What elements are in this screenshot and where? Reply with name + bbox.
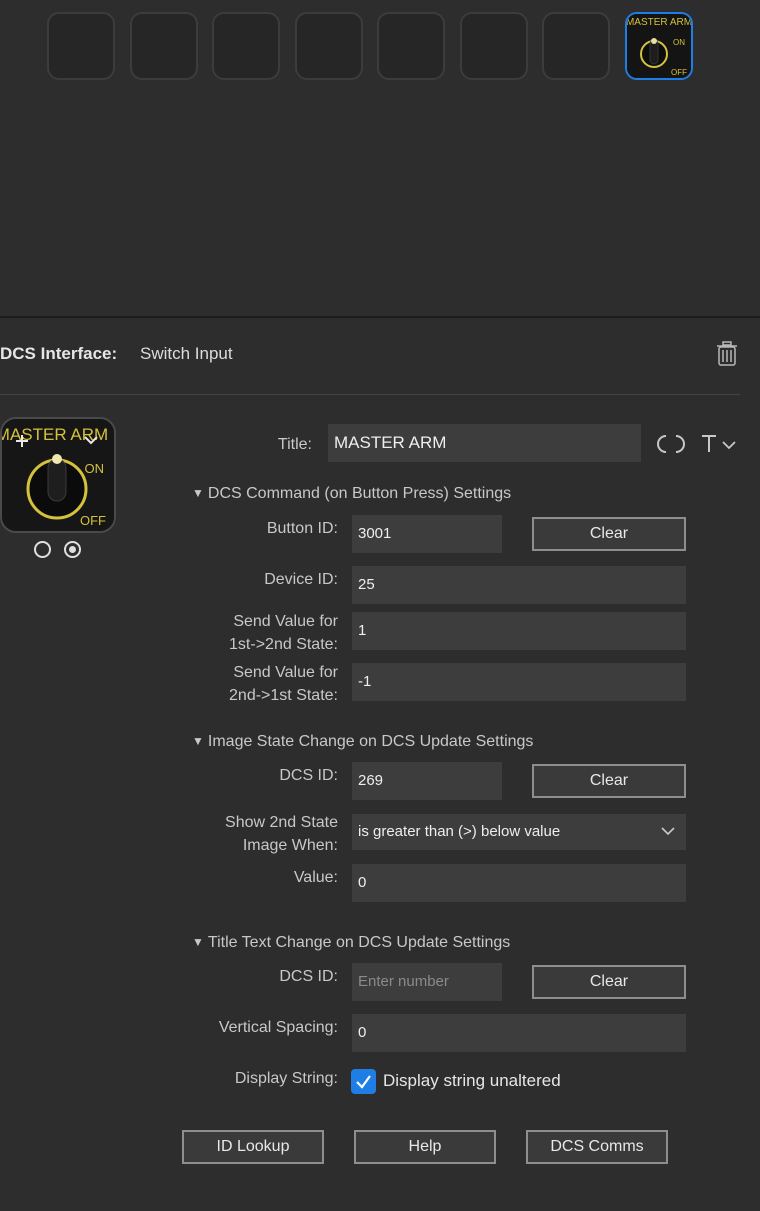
state-selector [34, 541, 84, 559]
help-button[interactable]: Help [354, 1130, 496, 1164]
button-id-input[interactable]: 3001 [352, 515, 502, 553]
key-slot-4[interactable] [295, 12, 363, 80]
button-id-label: Button ID: [266, 520, 338, 537]
command-section-header[interactable]: ▼ DCS Command (on Button Press) Settings [192, 485, 511, 503]
send-value-1-label-line2: 1st->2nd State: [229, 636, 338, 653]
key-label-on: ON [673, 38, 685, 47]
device-id-label: Device ID: [264, 571, 338, 588]
vertical-spacing-label: Vertical Spacing: [218, 1019, 338, 1036]
clear-button-id-button[interactable]: Clear [532, 517, 686, 551]
show-state-label: Show 2nd State Image When: [180, 811, 338, 857]
text-format-icon[interactable] [700, 433, 740, 455]
show-state-label-line2: Image When: [242, 837, 338, 854]
title-input[interactable]: MASTER ARM [328, 424, 641, 462]
key-slot-2[interactable] [130, 12, 198, 80]
key-slot-3[interactable] [212, 12, 280, 80]
threshold-value-label: Value: [293, 869, 338, 886]
send-value-2-label-line1: Send Value for [233, 664, 338, 681]
key-slot-1[interactable] [47, 12, 115, 80]
image-dcs-id-input[interactable]: 269 [352, 762, 502, 800]
show-state-label-line1: Show 2nd State [225, 814, 338, 831]
title-text-section-header[interactable]: ▼ Title Text Change on DCS Update Setting… [192, 934, 510, 952]
key-slot-5[interactable] [377, 12, 445, 80]
collapse-triangle-icon: ▼ [192, 935, 204, 949]
send-value-1-label: Send Value for 1st->2nd State: [180, 610, 338, 656]
image-section-header[interactable]: ▼ Image State Change on DCS Update Settin… [192, 733, 533, 751]
title-label: Title: [277, 436, 312, 453]
key-slot-8-selected[interactable]: MASTER ARM ON OFF [625, 12, 693, 80]
title-sync-icon[interactable] [655, 432, 687, 456]
clear-image-dcs-id-button[interactable]: Clear [532, 764, 686, 798]
plus-icon[interactable] [14, 433, 30, 449]
comparison-select-value: is greater than (>) below value [358, 823, 561, 840]
title-text-section-title: Title Text Change on DCS Update Settings [207, 934, 511, 951]
send-value-1-input[interactable]: 1 [352, 612, 686, 650]
key-label-off: OFF [671, 68, 687, 77]
vertical-spacing-input[interactable]: 0 [352, 1014, 686, 1052]
dcs-comms-button[interactable]: DCS Comms [526, 1130, 668, 1164]
threshold-value-input[interactable]: 0 [352, 864, 686, 902]
display-string-checkbox-label[interactable]: Display string unaltered [383, 1069, 561, 1092]
display-string-checkbox[interactable] [351, 1069, 376, 1094]
checkmark-icon [356, 1075, 371, 1089]
display-string-label: Display String: [234, 1070, 338, 1087]
send-value-2-label: Send Value for 2nd->1st State: [180, 661, 338, 707]
chevron-down-icon [661, 827, 675, 836]
image-dcs-id-label: DCS ID: [279, 767, 338, 784]
key-grid: MASTER ARM ON OFF [0, 0, 760, 318]
key-slot-7[interactable] [542, 12, 610, 80]
chevron-down-icon[interactable] [83, 433, 99, 447]
send-value-2-input[interactable]: -1 [352, 663, 686, 701]
button-preview: MASTER ARM ON OFF [0, 417, 116, 533]
master-arm-switch-icon: MASTER ARM ON OFF [627, 14, 691, 78]
collapse-triangle-icon: ▼ [192, 486, 204, 500]
command-section-title: DCS Command (on Button Press) Settings [207, 485, 512, 502]
send-value-1-label-line1: Send Value for [233, 613, 338, 630]
id-lookup-button[interactable]: ID Lookup [182, 1130, 324, 1164]
interface-label: DCS Interface: [0, 344, 118, 363]
state-2-radio[interactable] [64, 541, 81, 558]
interface-header: DCS Interface: Switch Input [0, 340, 740, 370]
title-dcs-id-label: DCS ID: [279, 968, 338, 985]
preview-label-on: ON [85, 461, 105, 476]
key-label-top: MASTER ARM [627, 17, 691, 28]
preview-label-off: OFF [80, 513, 106, 528]
image-section-title: Image State Change on DCS Update Setting… [207, 733, 534, 750]
trash-icon[interactable] [716, 341, 738, 367]
key-slot-6[interactable] [460, 12, 528, 80]
collapse-triangle-icon: ▼ [192, 734, 204, 748]
interface-type: Switch Input [140, 344, 233, 363]
title-dcs-id-input[interactable]: Enter number [352, 963, 502, 1001]
header-divider [0, 394, 740, 395]
state-1-radio[interactable] [34, 541, 51, 558]
comparison-select[interactable]: is greater than (>) below value [352, 814, 686, 850]
clear-title-dcs-id-button[interactable]: Clear [532, 965, 686, 999]
send-value-2-label-line2: 2nd->1st State: [229, 687, 338, 704]
device-id-input[interactable]: 25 [352, 566, 686, 604]
